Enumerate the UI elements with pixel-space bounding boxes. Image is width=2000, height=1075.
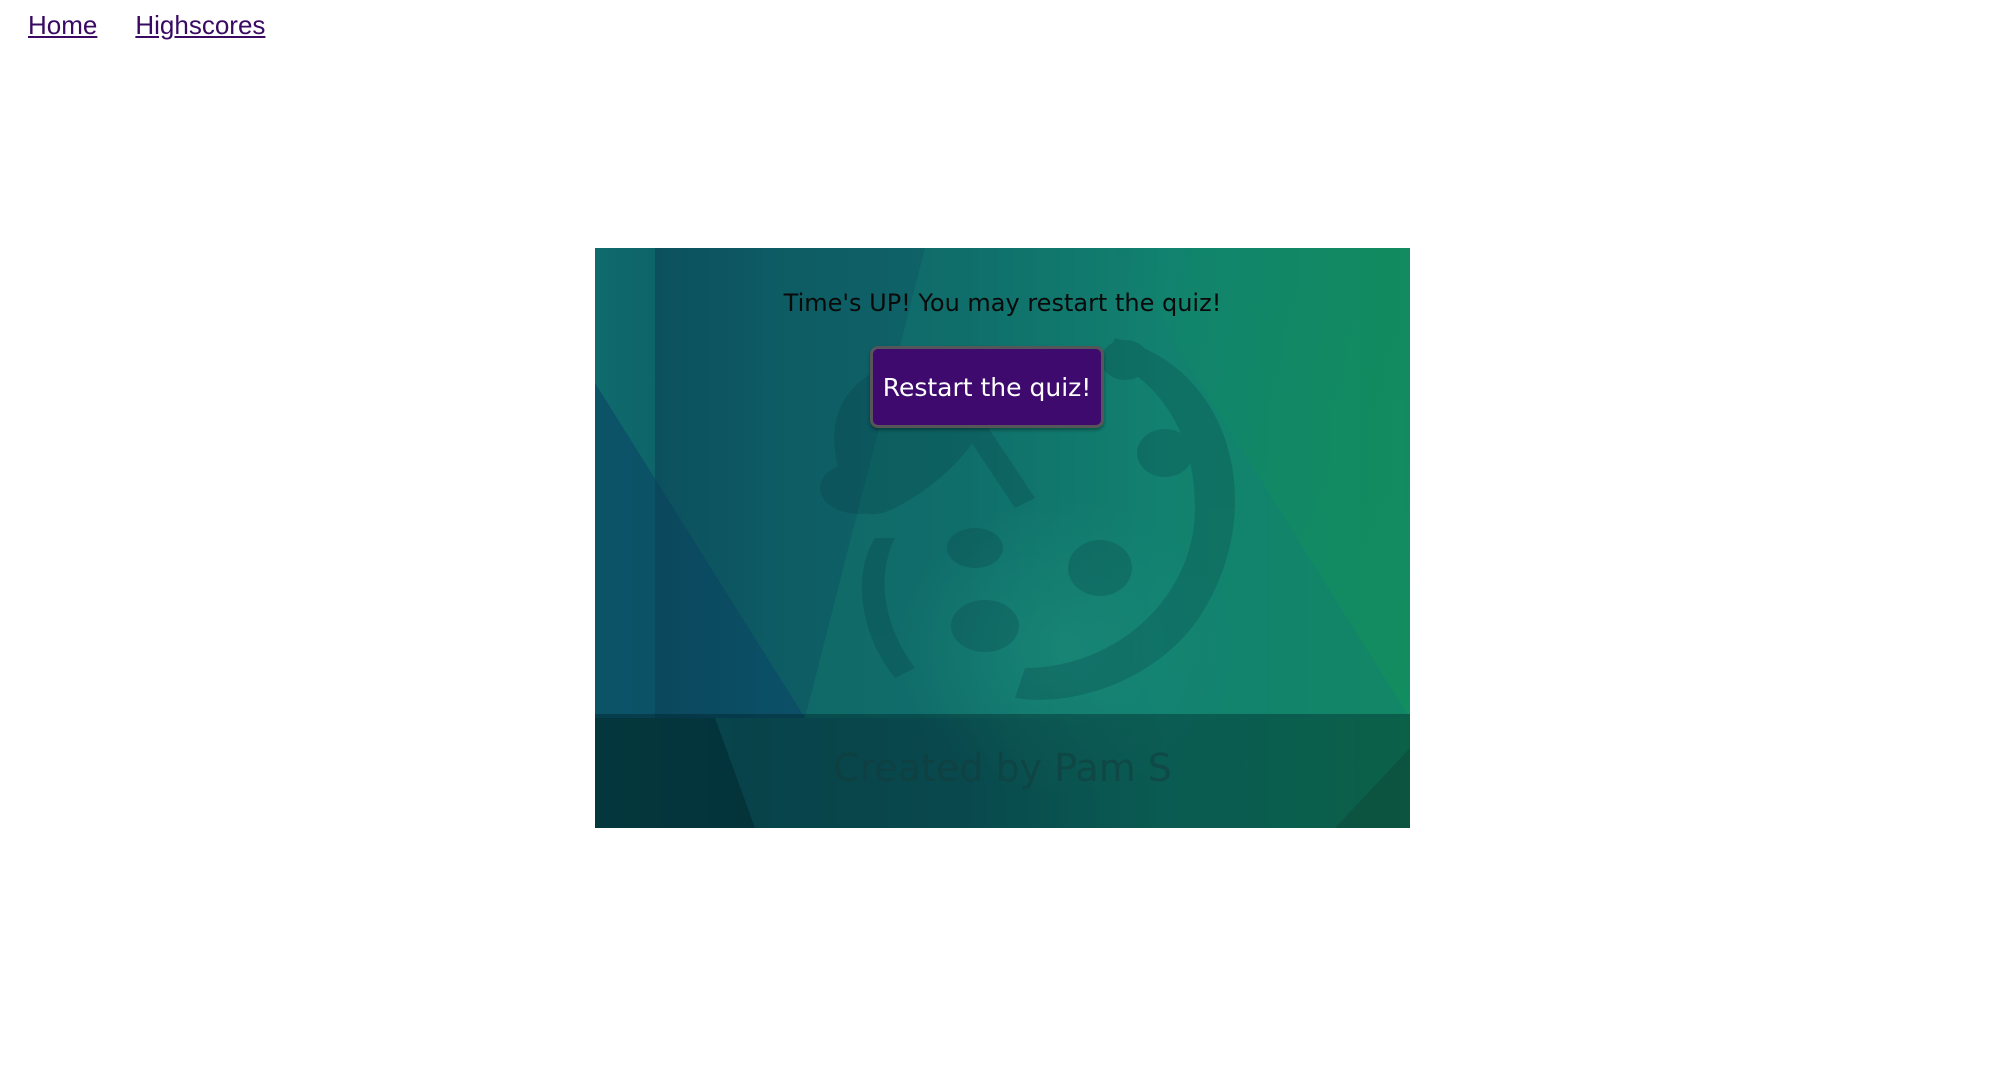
footer-credit: Created by Pam S [833, 746, 1172, 790]
top-nav: Home Highscores [28, 8, 265, 42]
home-link[interactable]: Home [28, 8, 97, 42]
footer: Created by Pam S [595, 714, 1410, 828]
restart-quiz-button[interactable]: Restart the quiz! [870, 346, 1104, 428]
times-up-message: Time's UP! You may restart the quiz! [783, 289, 1222, 317]
highscores-link[interactable]: Highscores [135, 8, 265, 42]
quiz-panel: Time's UP! You may restart the quiz! Res… [595, 248, 1410, 828]
